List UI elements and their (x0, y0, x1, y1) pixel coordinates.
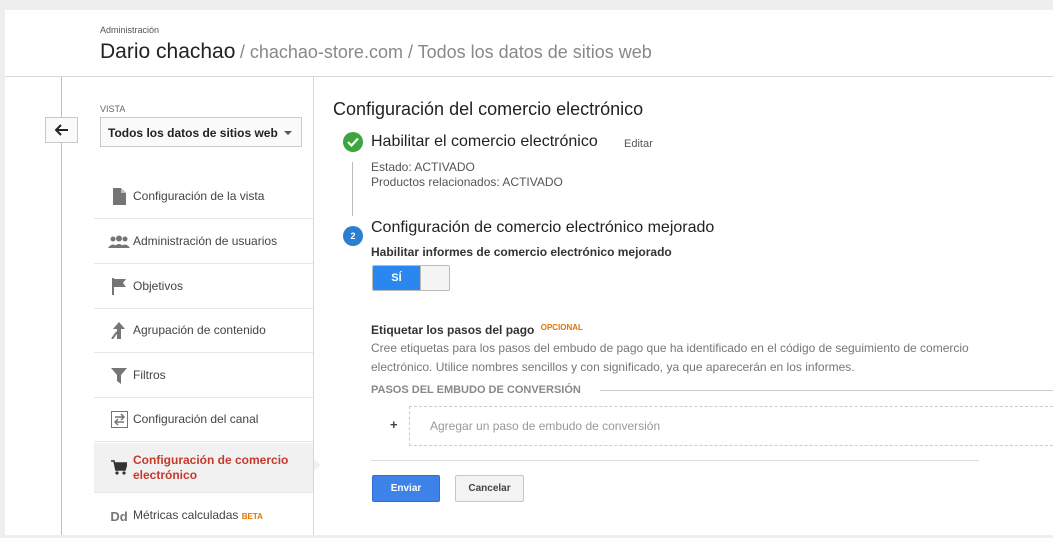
sidebar-item-label: Configuración del canal (133, 412, 259, 426)
back-arrow-icon (54, 124, 68, 136)
sidebar-item-goals[interactable]: Objetivos (94, 265, 313, 309)
send-button[interactable]: Enviar (372, 475, 440, 502)
step-connector (352, 162, 353, 216)
back-button[interactable] (45, 117, 78, 143)
cancel-button[interactable]: Cancelar (455, 475, 524, 502)
form-divider (371, 460, 979, 461)
edit-link[interactable]: Editar (624, 138, 653, 150)
checkout-steps-title: Etiquetar los pasos del pago (371, 323, 535, 337)
document-icon (94, 188, 132, 205)
admin-sidebar: VISTA Todos los datos de sitios web Conf… (93, 77, 321, 538)
sidebar-item-filters[interactable]: Filtros (94, 354, 313, 398)
enhanced-ecommerce-label: Habilitar informes de comercio electróni… (371, 245, 672, 259)
page-header: Administración Dario chachao / chachao-s… (5, 10, 1053, 77)
section-label: Administración (100, 25, 160, 35)
step-number-badge: 2 (343, 226, 363, 246)
sidebar-item-label: Métricas calculadas BETA (132, 508, 263, 524)
users-icon (94, 235, 132, 249)
account-name[interactable]: Dario chachao (100, 40, 235, 63)
channel-icon (94, 411, 132, 428)
vista-select-value: Todos los datos de sitios web (108, 126, 278, 140)
funnel-steps-header: PASOS DEL EMBUDO DE CONVERSIÓN (371, 384, 581, 396)
vista-label: VISTA (100, 104, 126, 114)
optional-badge: OPCIONAL (540, 323, 583, 332)
sidebar-item-user-management[interactable]: Administración de usuarios (94, 220, 313, 264)
sidebar-item-channel-settings[interactable]: Configuración del canal (94, 398, 313, 442)
beta-badge: BETA (241, 512, 263, 521)
sidebar-item-label: Administración de usuarios (133, 234, 278, 248)
dd-icon: Dd (110, 508, 128, 524)
calculated-metrics-label: Métricas calculadas (133, 508, 239, 522)
check-icon (343, 132, 363, 152)
filter-icon (94, 367, 132, 384)
sidebar-item-calculated-metrics[interactable]: Dd Métricas calculadas BETA (94, 494, 313, 538)
admin-page: Administración Dario chachao / chachao-s… (5, 10, 1053, 535)
enhanced-ecommerce-toggle[interactable]: SÍ (372, 265, 450, 291)
chevron-down-icon (284, 131, 292, 135)
breadcrumb: Dario chachao / chachao-store.com / Todo… (100, 40, 652, 64)
cart-icon (94, 460, 132, 475)
checkout-steps-label: Etiquetar los pasos del pago OPCIONAL (371, 323, 583, 337)
add-funnel-step-input[interactable]: Agregar un paso de embudo de conversión (409, 406, 1053, 446)
main-content: Configuración del comercio electrónico H… (315, 77, 1053, 535)
sidebar-item-label: Agrupación de contenido (133, 323, 266, 337)
plus-icon[interactable]: + (390, 417, 398, 432)
page-title: Configuración del comercio electrónico (333, 99, 644, 119)
content-group-icon (94, 322, 132, 339)
flag-icon (94, 278, 132, 295)
checkout-steps-description: Cree etiquetas para los pasos del embudo… (371, 341, 969, 374)
breadcrumb-path[interactable]: / chachao-store.com / Todos los datos de… (240, 42, 652, 62)
related-products-status: Productos relacionados: ACTIVADO (371, 175, 563, 189)
sidebar-item-label: Objetivos (133, 279, 184, 293)
left-strip (5, 77, 93, 535)
sidebar-item-label: Filtros (133, 368, 166, 382)
toggle-on-label: SÍ (373, 266, 420, 290)
funnel-header-divider (600, 390, 1053, 391)
vista-select[interactable]: Todos los datos de sitios web (100, 117, 302, 147)
sidebar-item-label: Configuración de la vista (133, 189, 265, 203)
sidebar-item-content-grouping[interactable]: Agrupación de contenido (94, 309, 313, 353)
step2-title: Configuración de comercio electrónico me… (371, 219, 715, 236)
sidebar-item-label: Configuración de comercio electrónico (133, 452, 289, 482)
sidebar-item-ecommerce-settings[interactable]: Configuración de comercio electrónico (94, 443, 321, 493)
step1-title: Habilitar el comercio electrónico (371, 133, 598, 150)
sidebar-item-view-settings[interactable]: Configuración de la vista (94, 175, 313, 219)
toggle-knob (420, 266, 449, 290)
ecommerce-status: Estado: ACTIVADO (371, 160, 475, 174)
timeline-divider (61, 77, 62, 535)
